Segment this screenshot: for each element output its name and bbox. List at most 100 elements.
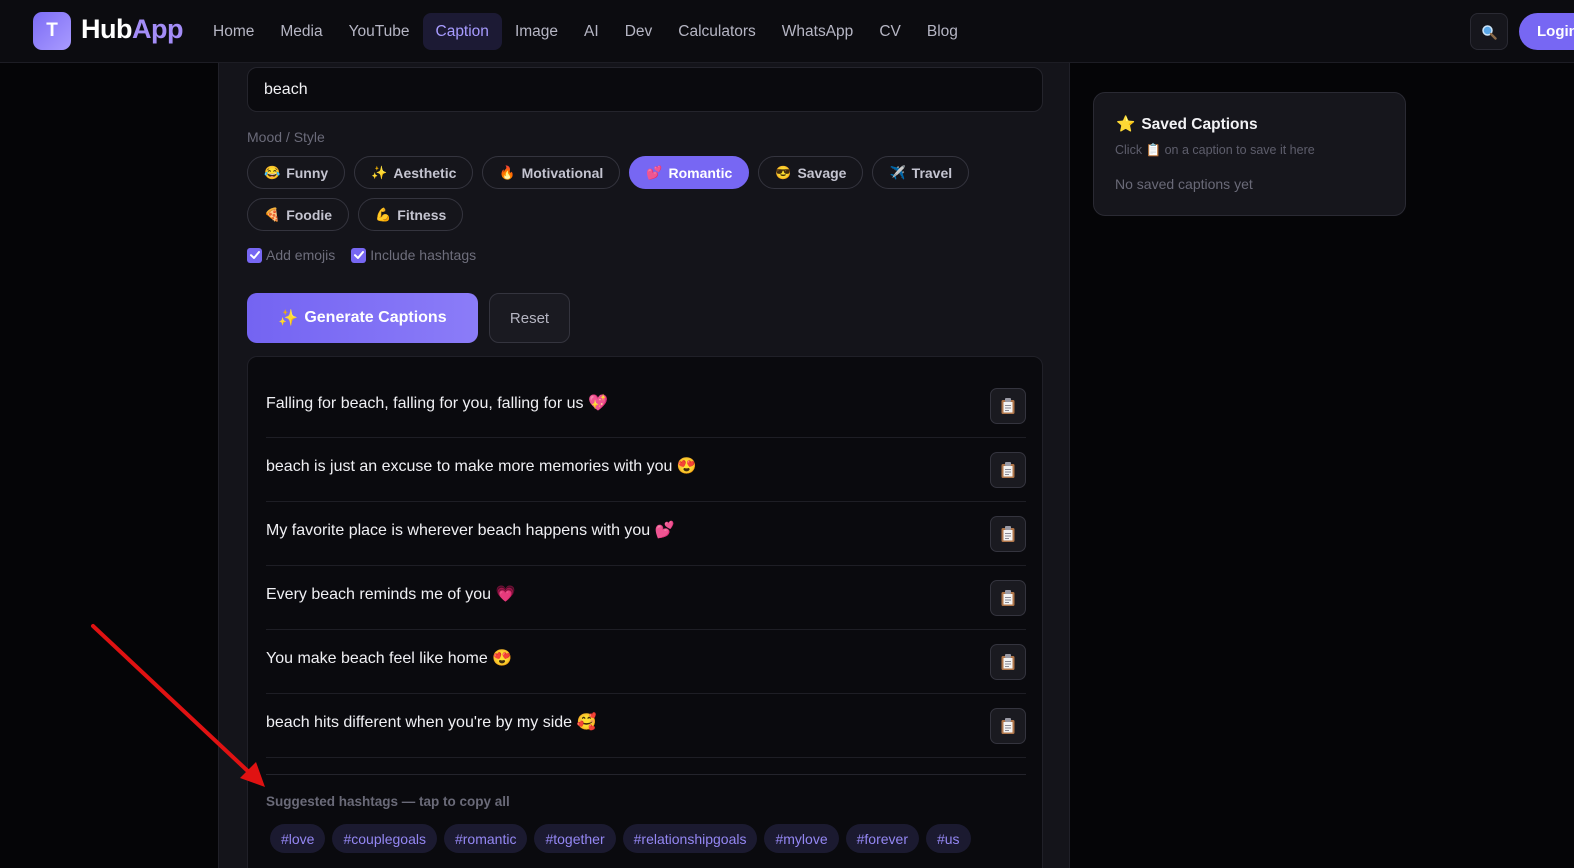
saved-captions-card: ⭐ Saved Captions Click 📋 on a caption to… (1093, 92, 1406, 216)
nav-caption[interactable]: Caption (422, 13, 502, 50)
caption-item: You make beach feel like home 😍 (266, 630, 1026, 694)
mood-chip-label: Foodie (286, 206, 333, 223)
results-box: Falling for beach, falling for you, fall… (247, 356, 1043, 868)
brand-name-part1: Hub (81, 14, 132, 44)
add-emojis-label: Add emojis (266, 247, 336, 263)
include-hashtags-option[interactable]: Include hashtags (351, 247, 476, 263)
mood-chip-fitness[interactable]: 💪 Fitness (358, 198, 464, 231)
flexed-arm-emoji-icon: 💪 (375, 206, 392, 222)
copy-caption-button[interactable] (990, 452, 1026, 488)
copy-caption-button[interactable] (990, 388, 1026, 424)
hashtag-chip[interactable]: #couplegoals (332, 824, 437, 853)
mood-chip-label: Aesthetic (393, 164, 457, 181)
mood-chip-label: Fitness (397, 206, 447, 223)
saved-captions-heading: Saved Captions (1141, 115, 1258, 133)
login-button[interactable]: Login (1519, 13, 1574, 50)
hashtag-list[interactable]: #love #couplegoals #romantic #together #… (270, 824, 971, 853)
mood-chip-foodie[interactable]: 🍕 Foodie (247, 198, 350, 231)
caption-text[interactable]: Every beach reminds me of you 💗 (266, 584, 515, 604)
brand-name[interactable]: HubApp (81, 14, 183, 45)
include-hashtags-checkbox[interactable] (351, 247, 367, 263)
laughing-emoji-icon: 😂 (264, 164, 281, 180)
copy-caption-button[interactable] (990, 516, 1026, 552)
mood-chip-travel[interactable]: ✈️ Travel (872, 156, 970, 189)
mood-chip-savage[interactable]: 😎 Savage (758, 156, 864, 189)
nav-media[interactable]: Media (267, 13, 335, 50)
caption-item: beach is just an excuse to make more mem… (266, 438, 1026, 502)
topic-input[interactable] (247, 67, 1043, 112)
clipboard-icon (1001, 462, 1015, 478)
hashtag-chip[interactable]: #us (925, 824, 971, 853)
hashtag-chip[interactable]: #love (270, 824, 326, 853)
copy-caption-button[interactable] (990, 580, 1026, 616)
hashtag-chip[interactable]: #relationshipgoals (622, 824, 758, 853)
mood-label: Mood / Style (247, 129, 325, 145)
mood-chips: 😂 Funny ✨ Aesthetic 🔥 Motivational 💕 Romanti… (247, 156, 1047, 231)
nav-image[interactable]: Image (502, 13, 571, 50)
main-nav: Home Media YouTube Caption Image AI Dev … (200, 13, 971, 50)
add-emojis-checkbox[interactable] (247, 247, 262, 263)
nav-dev[interactable]: Dev (612, 13, 666, 50)
mood-chip-motivational[interactable]: 🔥 Motivational (482, 156, 621, 189)
search-button[interactable] (1470, 13, 1508, 50)
nav-ai[interactable]: AI (571, 13, 612, 50)
caption-generator-panel: Mood / Style 😂 Funny ✨ Aesthetic 🔥 Motivati… (218, 63, 1070, 868)
saved-captions-hint: Click 📋 on a caption to save it here (1115, 143, 1315, 157)
fire-emoji-icon: 🔥 (499, 164, 516, 180)
caption-text[interactable]: Falling for beach, falling for you, fall… (266, 393, 608, 413)
sparkles-icon: ✨ (278, 310, 299, 327)
copy-caption-button[interactable] (990, 644, 1026, 680)
hashtag-chip[interactable]: #romantic (443, 824, 528, 853)
saved-captions-empty: No saved captions yet (1115, 176, 1253, 192)
clipboard-icon (1001, 526, 1015, 542)
hashtag-chip[interactable]: #together (534, 824, 616, 853)
mood-chip-label: Romantic (668, 164, 733, 181)
clipboard-icon (1001, 718, 1015, 734)
copy-caption-button[interactable] (990, 708, 1026, 744)
mood-chip-label: Motivational (521, 164, 604, 181)
hashtags-divider (266, 774, 1026, 775)
mood-chip-funny[interactable]: 😂 Funny (247, 156, 346, 189)
mood-chip-romantic[interactable]: 💕 Romantic (629, 156, 750, 189)
clipboard-icon (1001, 654, 1015, 670)
nav-cv[interactable]: CV (866, 13, 914, 50)
hashtag-chip[interactable]: #forever (845, 824, 919, 853)
hashtags-label: Suggested hashtags — tap to copy all (266, 794, 510, 809)
caption-text[interactable]: You make beach feel like home 😍 (266, 648, 512, 668)
pizza-emoji-icon: 🍕 (264, 206, 281, 222)
sunglasses-emoji-icon: 😎 (775, 164, 792, 180)
nav-whatsapp[interactable]: WhatsApp (769, 13, 867, 50)
star-icon: ⭐ (1116, 116, 1136, 133)
caption-text[interactable]: beach hits different when you're by my s… (266, 712, 596, 732)
caption-text[interactable]: My favorite place is wherever beach happ… (266, 520, 675, 540)
mood-chip-label: Travel (911, 164, 953, 181)
nav-youtube[interactable]: YouTube (336, 13, 423, 50)
generate-captions-button[interactable]: ✨ Generate Captions (247, 293, 478, 343)
mood-chip-aesthetic[interactable]: ✨ Aesthetic (354, 156, 474, 189)
clipboard-icon (1001, 398, 1015, 414)
reset-button[interactable]: Reset (489, 293, 570, 343)
checkmark-icon (249, 251, 260, 259)
nav-home[interactable]: Home (200, 13, 267, 50)
checkmark-icon (353, 251, 364, 259)
hearts-emoji-icon: 💕 (646, 164, 663, 180)
nav-calculators[interactable]: Calculators (665, 13, 769, 50)
sparkles-emoji-icon: ✨ (371, 164, 388, 180)
caption-item: Every beach reminds me of you 💗 (266, 566, 1026, 630)
caption-text[interactable]: beach is just an excuse to make more mem… (266, 456, 697, 476)
add-emojis-option[interactable]: Add emojis (247, 247, 335, 263)
top-navbar: T HubApp Home Media YouTube Caption Imag… (0, 0, 1574, 63)
mood-chip-label: Funny (286, 164, 329, 181)
saved-captions-title: ⭐ Saved Captions (1116, 115, 1258, 134)
hashtag-chip[interactable]: #mylove (764, 824, 839, 853)
logo-icon[interactable]: T (33, 12, 71, 50)
caption-list: Falling for beach, falling for you, fall… (266, 357, 1026, 758)
caption-item: My favorite place is wherever beach happ… (266, 502, 1026, 566)
caption-options: Add emojis Include hashtags (247, 247, 476, 263)
caption-item: beach hits different when you're by my s… (266, 694, 1026, 758)
caption-item: Falling for beach, falling for you, fall… (266, 357, 1026, 438)
generate-captions-label: Generate Captions (304, 309, 447, 326)
nav-blog[interactable]: Blog (914, 13, 971, 50)
clipboard-icon (1001, 590, 1015, 606)
include-hashtags-label: Include hashtags (370, 247, 477, 263)
